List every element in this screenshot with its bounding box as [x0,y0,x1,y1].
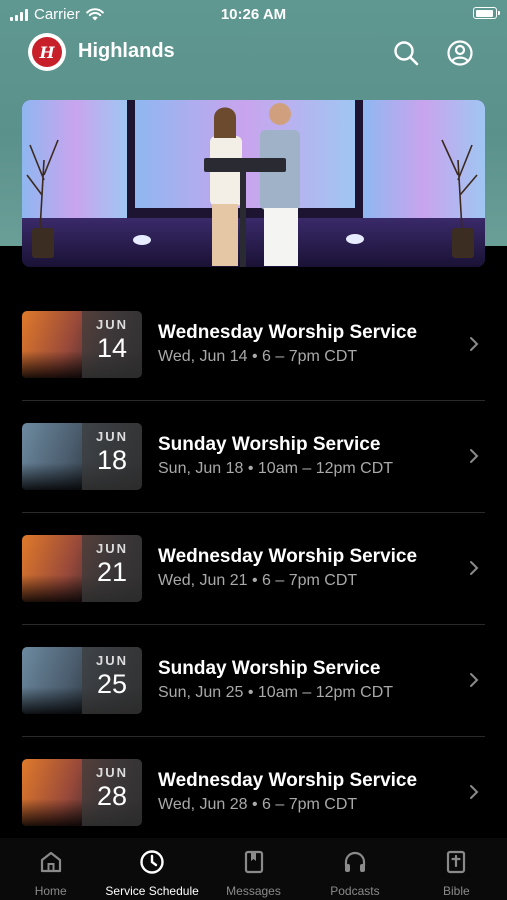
event-thumbnail: JUN 25 [22,647,142,714]
date-badge: JUN 14 [82,311,142,378]
event-month: JUN [95,429,128,444]
event-row[interactable]: JUN 28 Wednesday Worship Service Wed, Ju… [22,737,485,848]
home-icon [40,851,61,873]
event-thumbnail: JUN 18 [22,423,142,490]
date-badge: JUN 18 [82,423,142,490]
app-title: Highlands [78,40,175,62]
tab-messages[interactable]: Messages [203,838,304,900]
chevron-right-icon [470,673,479,687]
event-day: 14 [96,333,128,363]
event-row[interactable]: JUN 14 Wednesday Worship Service Wed, Ju… [22,289,485,401]
book-icon [244,850,263,874]
tab-service-schedule[interactable]: Service Schedule [101,838,202,900]
date-badge: JUN 28 [82,759,142,826]
event-day: 21 [96,557,128,587]
app-header: H Highlands [0,30,507,78]
event-datetime: Wed, Jun 28 • 6 – 7pm CDT [158,796,358,813]
battery-icon [473,7,500,19]
tab-bible[interactable]: Bible [406,838,507,900]
event-title: Wednesday Worship Service [158,322,418,343]
event-day: 28 [96,781,128,811]
event-row[interactable]: JUN 21 Wednesday Worship Service Wed, Ju… [22,513,485,625]
tab-home[interactable]: Home [0,838,101,900]
chevron-right-icon [470,449,479,463]
chevron-right-icon [470,337,479,351]
event-row[interactable]: JUN 25 Sunday Worship Service Sun, Jun 2… [22,625,485,737]
status-time: 10:26 AM [220,6,287,23]
app-logo[interactable]: H [28,33,66,71]
event-datetime: Sun, Jun 18 • 10am – 12pm CDT [158,460,394,477]
event-title: Wednesday Worship Service [158,770,418,791]
event-title: Wednesday Worship Service [158,546,418,567]
search-icon[interactable] [392,39,420,67]
headphones-icon [344,851,366,872]
event-title: Sunday Worship Service [158,658,381,679]
tab-podcasts[interactable]: Podcasts [304,838,405,900]
event-month: JUN [95,765,128,780]
date-badge: JUN 25 [82,647,142,714]
event-datetime: Wed, Jun 21 • 6 – 7pm CDT [158,572,358,589]
event-datetime: Wed, Jun 14 • 6 – 7pm CDT [158,348,358,365]
event-thumbnail: JUN 21 [22,535,142,602]
event-thumbnail: JUN 28 [22,759,142,826]
tab-bar: Home Service Schedule Messages Podcasts … [0,838,507,900]
event-day: 25 [96,669,128,699]
event-day: 18 [96,445,128,475]
chevron-right-icon [470,561,479,575]
event-datetime: Sun, Jun 25 • 10am – 12pm CDT [158,684,394,701]
tab-label: Home [34,884,67,898]
event-row[interactable]: JUN 18 Sunday Worship Service Sun, Jun 1… [22,401,485,513]
service-schedule-list: JUN 14 Wednesday Worship Service Wed, Ju… [22,289,485,848]
tab-label: Service Schedule [105,884,199,898]
hero-image[interactable] [22,100,485,267]
clock-icon [140,850,164,874]
tab-label: Podcasts [330,884,380,898]
event-title: Sunday Worship Service [158,434,381,455]
event-month: JUN [95,317,128,332]
account-icon[interactable] [446,39,474,67]
tab-label: Bible [442,884,470,898]
stage-photo [22,100,485,267]
chevron-right-icon [470,785,479,799]
tab-label: Messages [226,884,281,898]
logo-mark: H [32,37,62,67]
event-month: JUN [95,653,128,668]
event-month: JUN [95,541,128,556]
event-thumbnail: JUN 14 [22,311,142,378]
status-bar: Carrier 10:26 AM [0,0,507,28]
bible-icon [447,850,466,874]
date-badge: JUN 21 [82,535,142,602]
